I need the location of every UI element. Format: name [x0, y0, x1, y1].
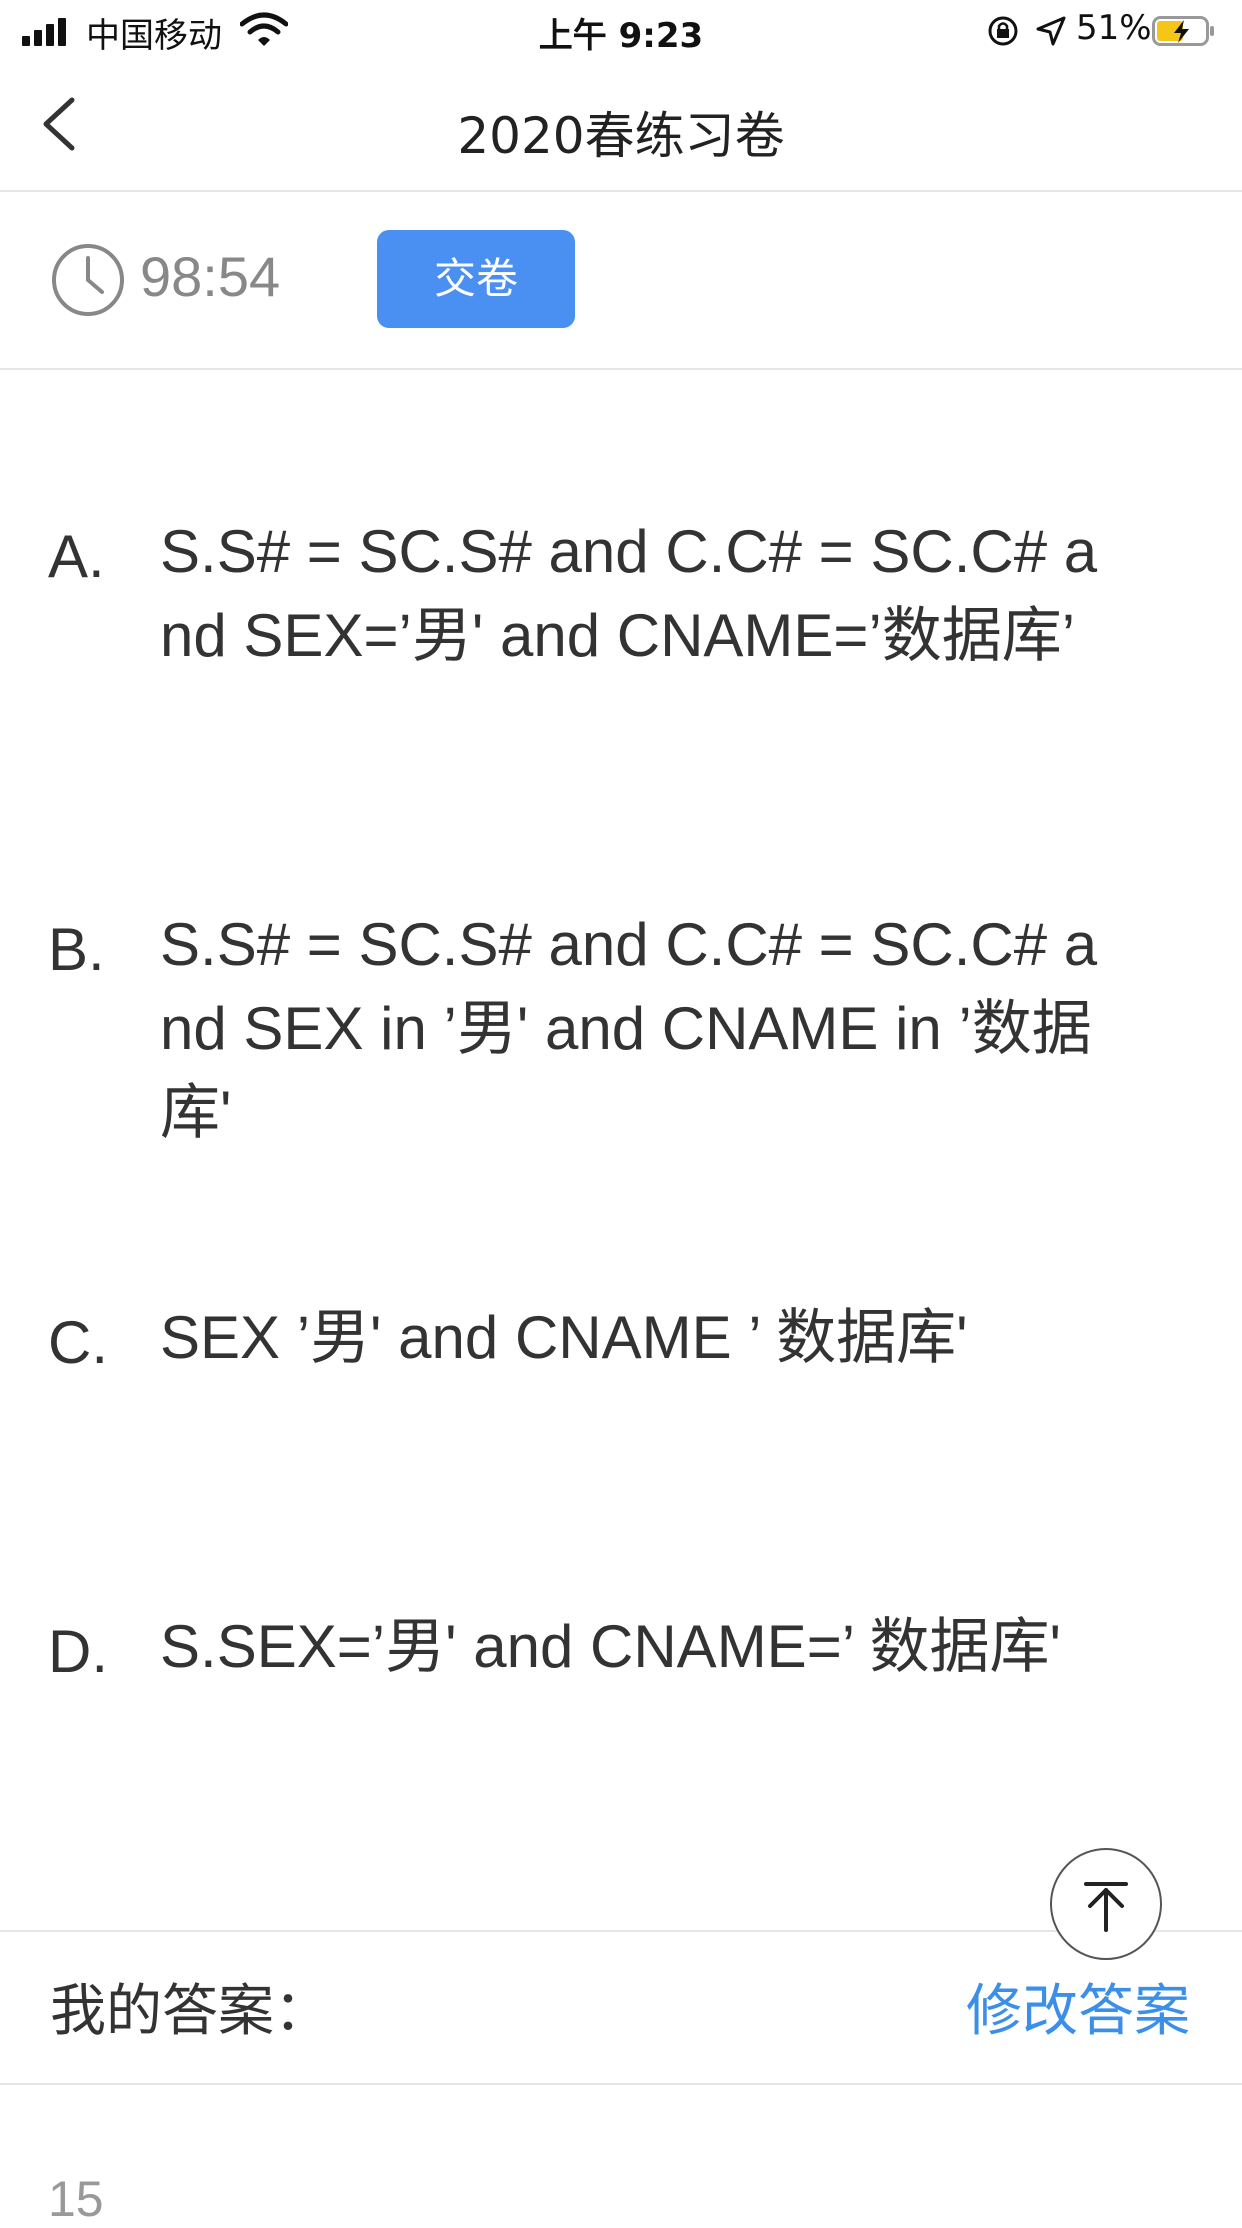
option-text: S.S# = SC.S# and C.C# = SC.C# and SEX=’男…: [160, 518, 1098, 669]
timer-divider: [0, 368, 1242, 370]
scroll-to-top-button[interactable]: [1050, 1848, 1162, 1960]
modify-answer-link[interactable]: 修改答案: [966, 1966, 1190, 2047]
next-question-number: 15: [48, 2171, 104, 2227]
option-c[interactable]: C. SEX ’男' and CNAME ’ 数据库': [0, 1296, 1242, 1396]
option-text: SEX ’男' and CNAME ’ 数据库': [160, 1304, 968, 1371]
location-icon: [1036, 16, 1066, 46]
status-bar: 中国移动 上午 9:23 51%: [0, 0, 1242, 62]
my-answer-label: 我的答案：: [50, 1979, 330, 2044]
option-b[interactable]: B. S.S# = SC.S# and C.C# = SC.C# and SEX…: [0, 903, 1242, 1203]
countdown-timer: 98:54: [140, 245, 281, 308]
battery-charging-icon: [1152, 16, 1214, 46]
nav-divider: [0, 190, 1242, 192]
option-text: S.S# = SC.S# and C.C# = SC.C# and SEX in…: [160, 911, 1098, 1146]
submit-exam-button[interactable]: 交卷: [377, 230, 575, 328]
orientation-lock-icon: [988, 16, 1018, 46]
option-text: S.SEX=’男' and CNAME=’ 数据库': [160, 1613, 1061, 1680]
clock-icon: [52, 244, 124, 316]
option-a[interactable]: A. S.S# = SC.S# and C.C# = SC.C# and SEX…: [0, 510, 1242, 810]
option-letter: C.: [48, 1309, 108, 1376]
option-letter: D.: [48, 1618, 108, 1685]
page-title: 2020春练习卷: [457, 107, 785, 165]
battery-percentage: 51%: [1076, 8, 1152, 48]
arrow-up-icon: [1084, 1882, 1128, 1932]
option-d[interactable]: D. S.SEX=’男' and CNAME=’ 数据库': [0, 1605, 1242, 1805]
option-letter: A.: [48, 523, 105, 590]
option-letter: B.: [48, 916, 105, 983]
answer-bottom-divider: [0, 2083, 1242, 2085]
